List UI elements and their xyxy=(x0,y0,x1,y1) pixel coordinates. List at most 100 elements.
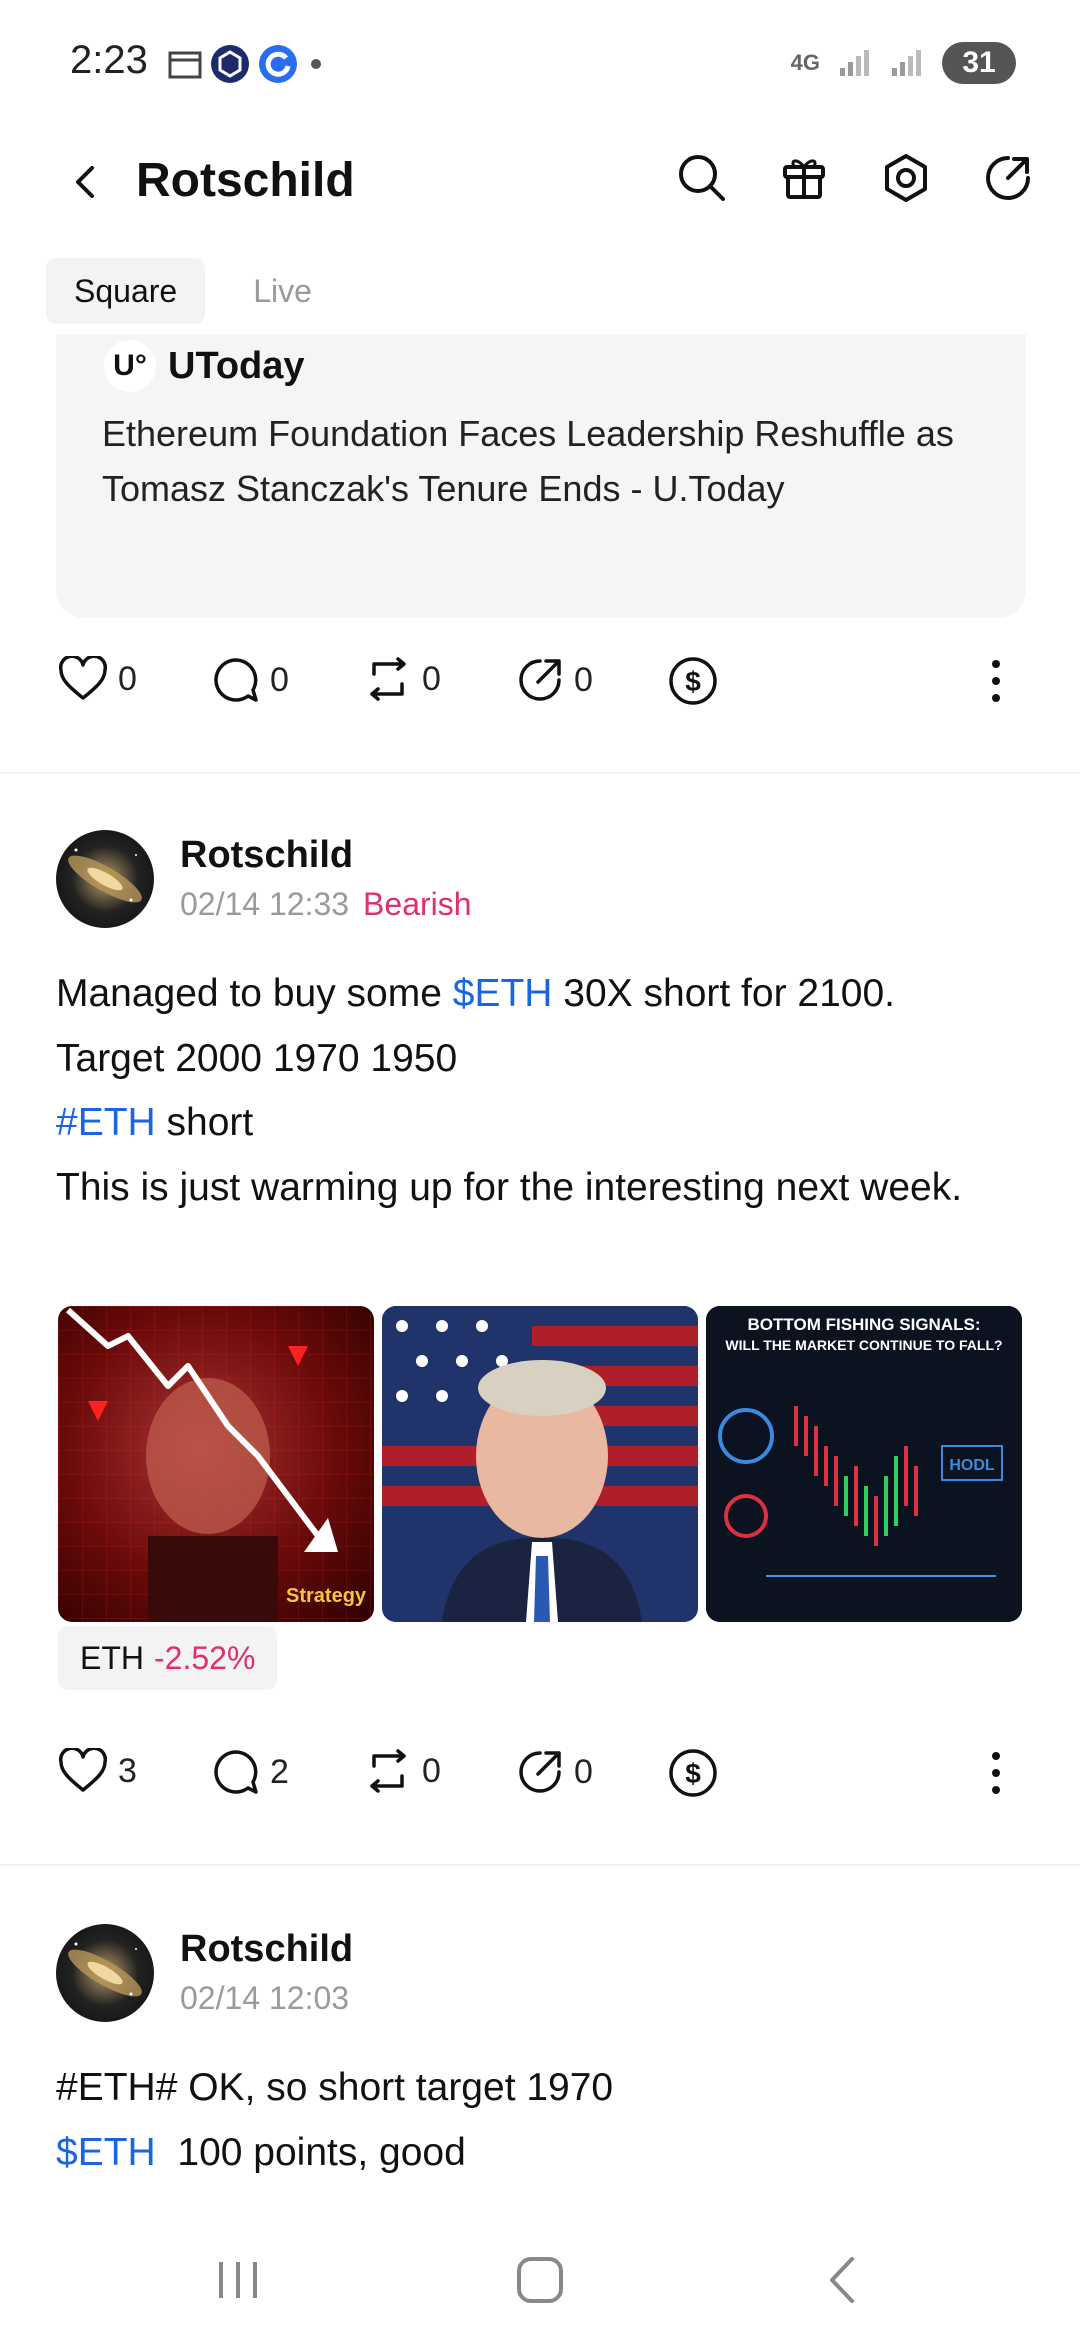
share-icon xyxy=(519,659,561,701)
more-button[interactable] xyxy=(986,656,1006,706)
dot-icon xyxy=(311,59,321,69)
like-button[interactable]: 0 xyxy=(58,656,137,702)
sentiment-badge: Bearish xyxy=(363,886,472,922)
repost-button[interactable]: 0 xyxy=(364,1748,441,1794)
recent-apps-icon xyxy=(219,2262,257,2298)
hashtag-link[interactable]: #ETH xyxy=(56,1101,156,1144)
search-icon xyxy=(679,155,725,201)
comment-count: 0 xyxy=(270,660,289,699)
search-button[interactable] xyxy=(662,138,742,218)
comment-button[interactable]: 2 xyxy=(212,1748,289,1796)
tip-button[interactable]: $ xyxy=(668,1748,718,1798)
share-count: 0 xyxy=(574,660,593,699)
settings-hex-icon xyxy=(885,154,927,202)
post-line: $ETH 100 points, good xyxy=(56,2130,466,2174)
market-chart-image: BOTTOM FISHING SIGNALS: WILL THE MARKET … xyxy=(706,1306,1022,1622)
svg-text:$: $ xyxy=(685,666,701,697)
tab-live[interactable]: Live xyxy=(225,258,340,324)
app-bar: Rotschild xyxy=(0,120,1080,240)
recent-apps-button[interactable] xyxy=(198,2250,278,2310)
system-indicators: 4G 31 xyxy=(791,42,1016,84)
share-icon xyxy=(519,1751,561,1793)
coin-change: -2.52% xyxy=(154,1639,256,1676)
like-count: 0 xyxy=(118,659,137,698)
comment-icon xyxy=(214,658,258,702)
repost-icon xyxy=(370,1749,406,1793)
share-count: 0 xyxy=(574,1752,593,1791)
repost-button[interactable]: 0 xyxy=(364,656,441,702)
post-meta: 02/14 12:33 Bearish xyxy=(180,886,472,923)
svg-text:Strategy: Strategy xyxy=(286,1585,367,1607)
comment-button[interactable]: 0 xyxy=(212,656,289,704)
back-arrow-icon xyxy=(76,166,94,198)
tip-button[interactable]: $ xyxy=(668,656,718,706)
post-card[interactable]: Rotschild 02/14 12:03 #ETH# OK, so short… xyxy=(56,1924,1026,2184)
post-time: 02/14 12:03 xyxy=(180,1980,350,2016)
cashtag-link[interactable]: $ETH xyxy=(56,2131,156,2174)
like-button[interactable]: 3 xyxy=(58,1748,137,1794)
heart-icon xyxy=(58,656,108,700)
more-button[interactable] xyxy=(986,1748,1006,1798)
repost-icon xyxy=(370,657,406,701)
signal-icon xyxy=(840,50,869,76)
comment-icon xyxy=(214,1750,258,1794)
status-time: 2:23 xyxy=(70,38,148,82)
home-icon xyxy=(517,2257,563,2303)
notification-icons xyxy=(168,44,326,84)
system-nav-bar xyxy=(0,2220,1080,2340)
svg-text:WILL THE MARKET CONTINUE TO FA: WILL THE MARKET CONTINUE TO FALL? xyxy=(725,1337,1002,1353)
home-button[interactable] xyxy=(500,2250,580,2310)
repost-count: 0 xyxy=(422,659,441,698)
heart-icon xyxy=(58,1748,108,1792)
post-line: This is just warming up for the interest… xyxy=(56,1165,963,1209)
post-meta: 02/14 12:03 xyxy=(180,1980,349,2017)
back-button[interactable] xyxy=(46,142,126,222)
network-type: 4G xyxy=(790,50,820,75)
svg-text:BOTTOM FISHING SIGNALS:: BOTTOM FISHING SIGNALS: xyxy=(748,1315,981,1334)
post-card[interactable]: Rotschild 02/14 12:33 Bearish Managed to… xyxy=(56,830,1026,1830)
back-chevron-icon xyxy=(830,2257,854,2303)
utoday-logo: U° xyxy=(104,340,156,392)
cashtag-link[interactable]: $ETH xyxy=(453,972,553,1015)
news-source-name: UToday xyxy=(168,344,305,387)
post-time: 02/14 12:33 xyxy=(180,886,350,922)
share-post-button[interactable]: 0 xyxy=(516,1748,593,1796)
more-vertical-icon xyxy=(992,1752,1000,1794)
portrait-image xyxy=(382,1306,698,1622)
share-button[interactable] xyxy=(968,138,1048,218)
coin-chip[interactable]: ETH -2.52% xyxy=(58,1626,278,1690)
crypto-app-icon xyxy=(211,45,249,83)
avatar[interactable] xyxy=(56,830,154,928)
battery-indicator: 31 xyxy=(942,42,1016,84)
share-post-button[interactable]: 0 xyxy=(516,656,593,704)
news-source: U° UToday xyxy=(104,340,305,392)
signal-icon-2 xyxy=(892,50,921,76)
tab-square[interactable]: Square xyxy=(46,258,206,324)
settings-button[interactable] xyxy=(866,138,946,218)
post-image-2[interactable] xyxy=(382,1306,698,1622)
divider xyxy=(0,772,1080,774)
refresh-app-icon xyxy=(259,45,297,83)
like-count: 3 xyxy=(118,1751,137,1790)
post-line: Managed to buy some $ETH 30X short for 2… xyxy=(56,972,895,1015)
share-icon xyxy=(986,156,1030,200)
post-line: Target 2000 1970 1950 xyxy=(56,1036,458,1080)
tab-bar: Square Live xyxy=(46,258,340,324)
repost-count: 0 xyxy=(422,1751,441,1790)
post-body: #ETH# OK, so short target 1970 $ETH 100 … xyxy=(56,2056,1016,2185)
author-name[interactable]: Rotschild xyxy=(180,1928,353,1971)
author-name[interactable]: Rotschild xyxy=(180,834,353,877)
post-line: #ETH# OK, so short target 1970 xyxy=(56,2066,614,2109)
news-card[interactable]: U° UToday Ethereum Foundation Faces Lead… xyxy=(56,334,1026,618)
post-image-3[interactable]: BOTTOM FISHING SIGNALS: WILL THE MARKET … xyxy=(706,1306,1022,1622)
galaxy-avatar-image xyxy=(68,1942,142,1997)
post-body: Managed to buy some $ETH 30X short for 2… xyxy=(56,962,1016,1220)
gift-icon xyxy=(783,159,825,199)
avatar[interactable] xyxy=(56,1924,154,2022)
system-back-button[interactable] xyxy=(802,2250,882,2310)
more-vertical-icon xyxy=(992,660,1000,702)
post-line: #ETH short xyxy=(56,1101,254,1144)
news-action-bar: 0 0 0 0 $ xyxy=(56,656,1026,716)
gift-button[interactable] xyxy=(764,138,844,218)
post-image-1[interactable]: Strategy xyxy=(58,1306,374,1622)
